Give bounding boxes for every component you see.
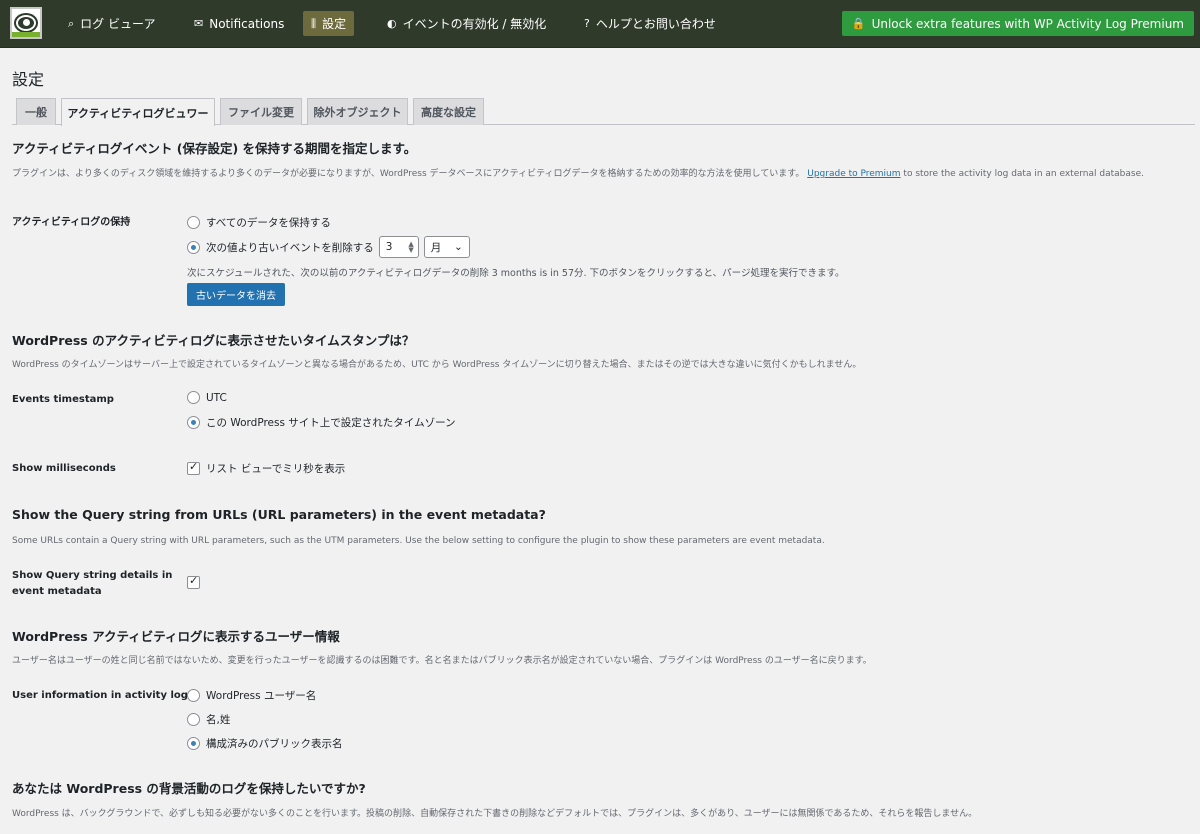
retention-description: プラグインは、より多くのディスク領域を維持するより多くのデータが必要になりますが… <box>12 166 1182 183</box>
sliders-icon: ⫼ <box>311 16 317 30</box>
retention-desc-text: プラグインは、より多くのディスク領域を維持するより多くのデータが必要になりますが… <box>12 169 805 179</box>
option-delete-older[interactable]: 次の値より古いイベントを削除する 3 ▲ ▼ 月 ⌄ <box>187 236 470 258</box>
display-name-label: 構成済みのパブリック表示名 <box>206 738 343 750</box>
nav-log-viewer-label: ログ ビューア <box>80 17 156 31</box>
show-milliseconds-label: Show milliseconds <box>12 463 116 474</box>
retention-desc-line2: database. <box>1099 169 1144 179</box>
upgrade-premium-link[interactable]: Upgrade to Premium <box>807 169 900 179</box>
option-first-last-name[interactable]: 名,姓 <box>187 712 230 727</box>
wp-username-radio[interactable] <box>187 689 200 702</box>
utc-radio[interactable] <box>187 391 200 404</box>
help-icon: ? <box>584 17 590 30</box>
retention-heading: アクティビティログイベント (保存設定) を保持する期間を指定します。 <box>12 141 417 156</box>
wp-activity-log-logo[interactable] <box>10 7 42 39</box>
top-bar: ⌕ ログ ビューア ✉ Notifications ⫼ 設定 ◐ イベントの有効… <box>0 0 1200 48</box>
nav-notifications-label: Notifications <box>209 16 285 31</box>
timestamp-heading: WordPress のアクティビティログに表示させたいタイムスタンプは？ <box>12 333 415 348</box>
query-string-heading: Show the Query string from URLs (URL par… <box>12 507 546 522</box>
nav-help-label: ヘルプとお問い合わせ <box>595 17 716 31</box>
option-keep-all-data[interactable]: すべてのデータを保持する <box>187 215 331 230</box>
nav-notifications[interactable]: ✉ Notifications <box>186 11 292 36</box>
query-string-label: Show Query string details in event metad… <box>12 568 172 600</box>
events-timestamp-label: Events timestamp <box>12 394 114 405</box>
wp-username-label: WordPress ユーザー名 <box>206 690 317 702</box>
retention-unit-select[interactable]: 月 ⌄ <box>423 236 470 258</box>
milliseconds-checkbox[interactable] <box>187 460 200 475</box>
eye-pupil <box>23 19 30 26</box>
site-timezone-radio[interactable] <box>187 416 200 429</box>
delete-older-radio[interactable] <box>187 240 200 254</box>
option-display-name[interactable]: 構成済みのパブリック表示名 <box>187 736 343 751</box>
purge-old-data-button[interactable]: 古いデータを消去 <box>187 283 285 306</box>
retention-unit-value: 月 <box>430 241 442 254</box>
option-wp-username[interactable]: WordPress ユーザー名 <box>187 688 316 703</box>
user-info-description: ユーザー名はユーザーの姓と同じ名前ではないため、変更を行ったユーザーを認識するの… <box>12 656 872 666</box>
query-string-label-line1: Show Query string details in <box>12 570 173 581</box>
nav-log-viewer[interactable]: ⌕ ログ ビューア <box>60 11 164 36</box>
option-site-timezone[interactable]: この WordPress サイト上で設定されたタイムゾーン <box>187 415 456 430</box>
nav-enable-disable-label: イベントの有効化 / 無効化 <box>402 17 547 31</box>
first-last-name-radio[interactable] <box>187 713 200 726</box>
retention-desc-after-link: to store the activity log data in an ext… <box>903 169 1097 179</box>
tab-excluded-objects[interactable]: 除外オブジェクト <box>307 98 408 125</box>
purge-schedule-note: 次にスケジュールされた、次の以前のアクティビティログデータの削除 3 month… <box>187 268 845 279</box>
lock-icon: 🔒 <box>851 17 866 30</box>
user-info-heading: WordPress アクティビティログに表示するユーザー情報 <box>12 629 340 644</box>
site-timezone-label: この WordPress サイト上で設定されたタイムゾーン <box>206 417 456 429</box>
nav-enable-disable-events[interactable]: ◐ イベントの有効化 / 無効化 <box>379 11 554 36</box>
search-icon: ⌕ <box>68 16 75 30</box>
retention-label: アクティビティログの保持 <box>12 217 131 228</box>
tab-general[interactable]: 一般 <box>16 98 56 125</box>
query-string-checkbox[interactable] <box>187 574 200 589</box>
option-show-milliseconds[interactable]: リスト ビューでミリ秒を表示 <box>187 460 346 476</box>
background-activity-heading: あなたは WordPress の背景活動のログを保持したいですか? <box>12 781 366 796</box>
option-utc[interactable]: UTC <box>187 391 227 404</box>
unlock-premium-button[interactable]: 🔒 Unlock extra features with WP Activity… <box>841 11 1194 36</box>
timestamp-description: WordPress のタイムゾーンはサーバー上で設定されているタイムゾーンと異な… <box>12 360 862 370</box>
tab-activity-log-viewer[interactable]: アクティビティログビュワー <box>61 98 215 126</box>
option-query-string[interactable] <box>187 574 206 589</box>
stepper-arrows-icon[interactable]: ▲ ▼ <box>408 241 413 254</box>
envelope-icon: ✉ <box>194 17 204 30</box>
tab-advanced-settings[interactable]: 高度な設定 <box>413 98 484 125</box>
utc-label: UTC <box>206 391 227 404</box>
nav-settings[interactable]: ⫼ 設定 <box>303 11 355 36</box>
background-activity-description: WordPress は、バックグラウンドで、必ずしも知る必要がない多くのことを行… <box>12 809 978 819</box>
first-last-name-label: 名,姓 <box>206 714 231 726</box>
nav-help-contact[interactable]: ? ヘルプとお問い合わせ <box>576 11 724 36</box>
nav-settings-label: 設定 <box>322 17 347 31</box>
retention-number-input[interactable]: 3 ▲ ▼ <box>378 236 419 258</box>
page-title: 設定 <box>12 70 45 89</box>
chevron-down-icon: ⌄ <box>453 241 463 253</box>
user-info-label: User information in activity log <box>12 690 188 701</box>
query-string-label-line2: event metadata <box>12 586 102 597</box>
display-name-radio[interactable] <box>187 737 200 750</box>
delete-older-label: 次の値より古いイベントを削除する <box>206 241 374 254</box>
keep-all-radio[interactable] <box>187 216 200 229</box>
toggle-icon: ◐ <box>387 17 397 30</box>
logo-base <box>12 32 40 37</box>
milliseconds-option-label: リスト ビューでミリ秒を表示 <box>206 463 346 475</box>
tab-file-changes[interactable]: ファイル変更 <box>220 98 302 125</box>
settings-tabs: 一般 アクティビティログビュワー ファイル変更 除外オブジェクト 高度な設定 <box>12 96 1195 126</box>
query-string-description: Some URLs contain a Query string with UR… <box>12 536 825 546</box>
keep-all-label: すべてのデータを保持する <box>206 217 331 229</box>
unlock-premium-label: Unlock extra features with WP Activity L… <box>871 16 1184 31</box>
retention-number-value: 3 <box>385 241 393 253</box>
